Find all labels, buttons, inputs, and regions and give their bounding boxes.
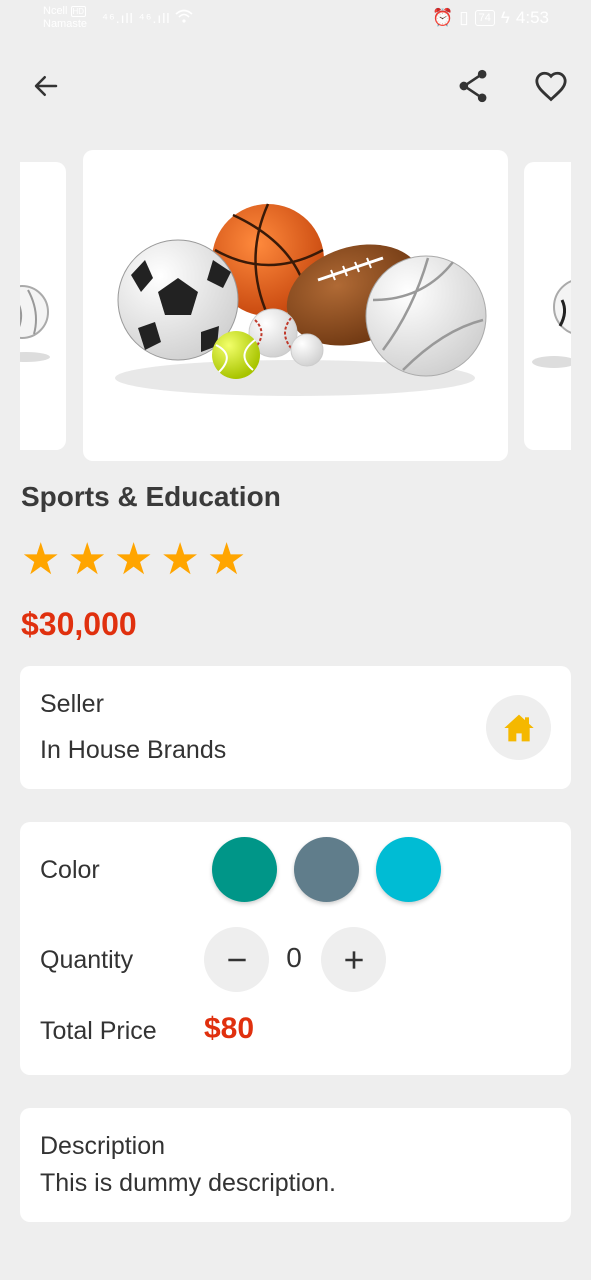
description-card: Description This is dummy description. xyxy=(20,1108,571,1222)
carousel-slide-next[interactable] xyxy=(524,162,571,450)
sports-balls-image xyxy=(532,280,571,368)
minus-icon xyxy=(227,958,246,961)
increment-button[interactable] xyxy=(321,927,386,992)
signal-icons: ⁴⁶.ıll ⁴⁶.ıll xyxy=(102,9,193,26)
quantity-value: 0 xyxy=(286,942,302,973)
share-button[interactable] xyxy=(447,60,499,112)
seller-card: Seller In House Brands xyxy=(20,666,571,789)
quantity-label: Quantity xyxy=(40,946,134,974)
rating-stars: ★ ★ ★ ★ ★ xyxy=(21,538,246,582)
total-price-label: Total Price xyxy=(40,1017,157,1045)
carousel-slide-previous[interactable] xyxy=(20,162,66,450)
product-price: $30,000 xyxy=(21,606,137,642)
plus-icon xyxy=(344,950,363,969)
seller-name[interactable]: In House Brands xyxy=(40,736,226,765)
alarm-icon: ⏰ xyxy=(432,8,454,27)
seller-label: Seller xyxy=(40,690,104,718)
signal-icon: ⁴⁶.ıll xyxy=(138,10,171,26)
signal-icon: ⁴⁶.ıll xyxy=(102,10,134,26)
charging-icon: ϟ xyxy=(500,8,510,27)
color-label: Color xyxy=(40,856,100,884)
total-price-value: $80 xyxy=(204,1012,255,1045)
decrement-button[interactable] xyxy=(204,927,269,992)
product-title: Sports & Education xyxy=(21,481,281,512)
carrier-badge: HD xyxy=(70,6,87,17)
carrier-name: Ncell xyxy=(43,5,68,17)
star-icon: ★ xyxy=(67,535,107,584)
star-icon: ★ xyxy=(113,535,154,584)
color-swatch-cyan[interactable] xyxy=(376,837,441,902)
status-right: ⏰ ▯ 74 ϟ 4:53 xyxy=(432,8,549,28)
sports-balls-image xyxy=(20,285,50,362)
clock: 4:53 xyxy=(515,8,549,27)
seller-home-button[interactable] xyxy=(486,695,551,760)
star-icon: ★ xyxy=(160,535,200,584)
home-icon xyxy=(503,714,534,741)
star-icon: ★ xyxy=(206,535,247,584)
color-swatch-teal[interactable] xyxy=(212,837,277,902)
description-text: This is dummy description. xyxy=(40,1169,336,1197)
favorite-button[interactable] xyxy=(525,60,577,112)
heart-outline-icon xyxy=(535,71,567,102)
carousel-slide-current[interactable] xyxy=(83,150,508,461)
star-icon: ★ xyxy=(21,535,61,584)
color-swatch-blue-grey[interactable] xyxy=(294,837,359,902)
carrier-info: Ncell HD Namaste xyxy=(43,5,87,31)
share-icon xyxy=(459,69,487,103)
arrow-left-icon xyxy=(34,76,58,96)
status-bar: Ncell HD Namaste ⁴⁶.ıll ⁴⁶.ıll ⏰ ▯ 74 ϟ … xyxy=(0,0,591,40)
wifi-icon xyxy=(175,9,193,26)
vibrate-icon: ▯ xyxy=(459,8,469,27)
options-card: Color Quantity 0 Total Price $80 xyxy=(20,822,571,1075)
app-bar xyxy=(0,60,591,112)
product-image-carousel[interactable] xyxy=(0,150,591,462)
description-label: Description xyxy=(40,1132,166,1160)
network-name: Namaste xyxy=(43,18,88,30)
sports-balls-image xyxy=(115,203,487,396)
battery-indicator: 74 xyxy=(474,10,495,26)
back-button[interactable] xyxy=(20,60,72,112)
